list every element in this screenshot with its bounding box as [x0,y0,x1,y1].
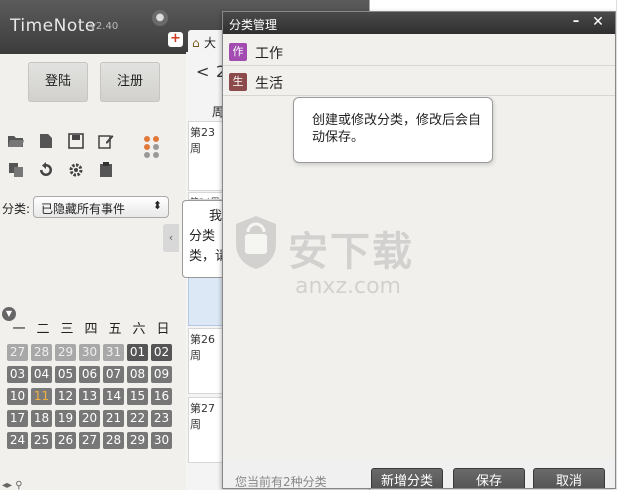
calendar-weekday: 六 [132,322,146,337]
calendar-day[interactable]: 06 [79,366,100,383]
calendar-day[interactable]: 29 [127,432,148,449]
background-window-edge [616,0,622,490]
calendar-day[interactable]: 21 [103,410,124,427]
add-category-button[interactable]: 新增分类 [371,468,443,488]
calendar-day[interactable]: 30 [79,344,100,361]
category-select-value: 已隐藏所有事件 [41,202,126,216]
add-tab-button[interactable]: + [168,32,183,47]
calendar-day[interactable]: 10 [7,388,28,405]
calendar-day[interactable]: 30 [151,432,172,449]
minimize-button[interactable]: – [568,14,584,30]
app-version: v2.40 [90,21,119,32]
clipboard-icon[interactable] [96,162,116,182]
calendar-day[interactable]: 03 [7,366,28,383]
calendar-weekday: 日 [156,322,170,337]
copy-icon[interactable] [6,162,26,182]
dialog-body: 作 工作 生 生活 创建或修改分类，修改后会自动保存。 安下载 anxz.com… [223,34,615,488]
calendar-day[interactable]: 29 [55,344,76,361]
save-icon[interactable] [66,133,86,153]
category-name: 工作 [255,46,283,62]
calendar-day[interactable]: 25 [31,432,52,449]
work-badge-icon: 作 [229,43,247,61]
dialog-titlebar[interactable]: 分类管理 – ✕ [223,12,615,34]
calendar-weekday: 一 [12,322,26,337]
category-row-work[interactable]: 作 工作 [223,38,615,66]
calendar-day[interactable]: 27 [7,344,28,361]
calendar-day[interactable]: 14 [103,388,124,405]
category-select[interactable]: 已隐藏所有事件 ⬍ [33,196,169,218]
calendar-day[interactable]: 26 [55,432,76,449]
calendar-day[interactable]: 13 [79,388,100,405]
calendar-day[interactable]: 09 [151,366,172,383]
calendar-day[interactable]: 02 [151,344,172,361]
calendar-day[interactable]: 23 [151,410,172,427]
category-name: 生活 [255,76,283,92]
tooltip-text: 创建或修改分类，修改后会自动保存。 [312,113,482,145]
category-manager-dialog: 分类管理 – ✕ 作 工作 生 生活 创建或修改分类，修改后会自动保存。 安下载 [222,11,616,489]
calendar-weekday: 五 [108,322,122,337]
calendar-weekday: 四 [84,322,98,337]
calendar-day[interactable]: 22 [127,410,148,427]
week-cell[interactable]: 第26周 [188,328,224,394]
watermark-text: 安下载 [288,229,414,275]
life-badge-icon: 生 [229,73,247,91]
edit-icon[interactable] [96,133,116,153]
sidebar-collapse-handle[interactable]: ‹ [163,224,179,252]
week-cell[interactable]: 第24周 [188,192,224,200]
status-bar-icons: ◂▸ ⚲ [2,480,23,490]
skin-icon[interactable]: ● [152,10,168,26]
app-title: TimeNote [10,16,96,36]
new-file-icon[interactable] [36,133,56,153]
category-count-text: 您当前有2种分类 [235,475,327,489]
select-arrow-icon: ⬍ [152,199,162,212]
cancel-button[interactable]: 取消 [533,468,605,488]
calendar-day[interactable]: 24 [7,432,28,449]
watermark: 安下载 anxz.com [233,214,433,314]
open-folder-icon[interactable] [6,133,26,153]
calendar-day[interactable]: 28 [103,432,124,449]
week-cell[interactable]: 第23周 [188,121,224,191]
category-label: 分类: [2,202,31,216]
register-button[interactable]: 注册 [100,62,160,102]
calendar-day[interactable]: 05 [55,366,76,383]
color-dots-icon[interactable] [144,136,162,158]
settings-gear-icon[interactable] [66,162,86,182]
calendar-weekday: 二 [36,322,50,337]
calendar-day[interactable]: 04 [31,366,52,383]
calendar-day[interactable]: 18 [31,410,52,427]
watermark-shield-icon [236,216,276,269]
login-button[interactable]: 登陆 [28,62,88,102]
close-button[interactable]: ✕ [590,14,606,30]
category-row-life[interactable]: 生 生活 [223,68,615,96]
help-tooltip: 创建或修改分类，修改后会自动保存。 [293,97,493,163]
week-cell[interactable]: 第27周 [188,397,224,463]
undo-icon[interactable] [36,162,56,182]
calendar-day[interactable]: 20 [79,410,100,427]
calendar-day[interactable]: 12 [55,388,76,405]
calendar-day[interactable]: 31 [103,344,124,361]
week-prev-button[interactable]: < [196,62,209,81]
calendar-day[interactable]: 28 [31,344,52,361]
calendar-day[interactable]: 19 [55,410,76,427]
calendar-day[interactable]: 15 [127,388,148,405]
calendar-day[interactable]: 01 [127,344,148,361]
calendar-day[interactable]: 11 [31,388,52,405]
calendar-weekday: 三 [60,322,74,337]
calendar-day[interactable]: 08 [127,366,148,383]
tab-home-label: 大 [204,36,217,50]
calendar-day[interactable]: 16 [151,388,172,405]
save-button[interactable]: 保存 [453,468,525,488]
watermark-subtext: anxz.com [295,274,401,299]
calendar-day[interactable]: 17 [7,410,28,427]
dialog-title: 分类管理 [229,18,278,32]
home-icon: ⌂ [192,36,200,50]
calendar-day[interactable]: 27 [79,432,100,449]
calendar-day[interactable]: 07 [103,366,124,383]
